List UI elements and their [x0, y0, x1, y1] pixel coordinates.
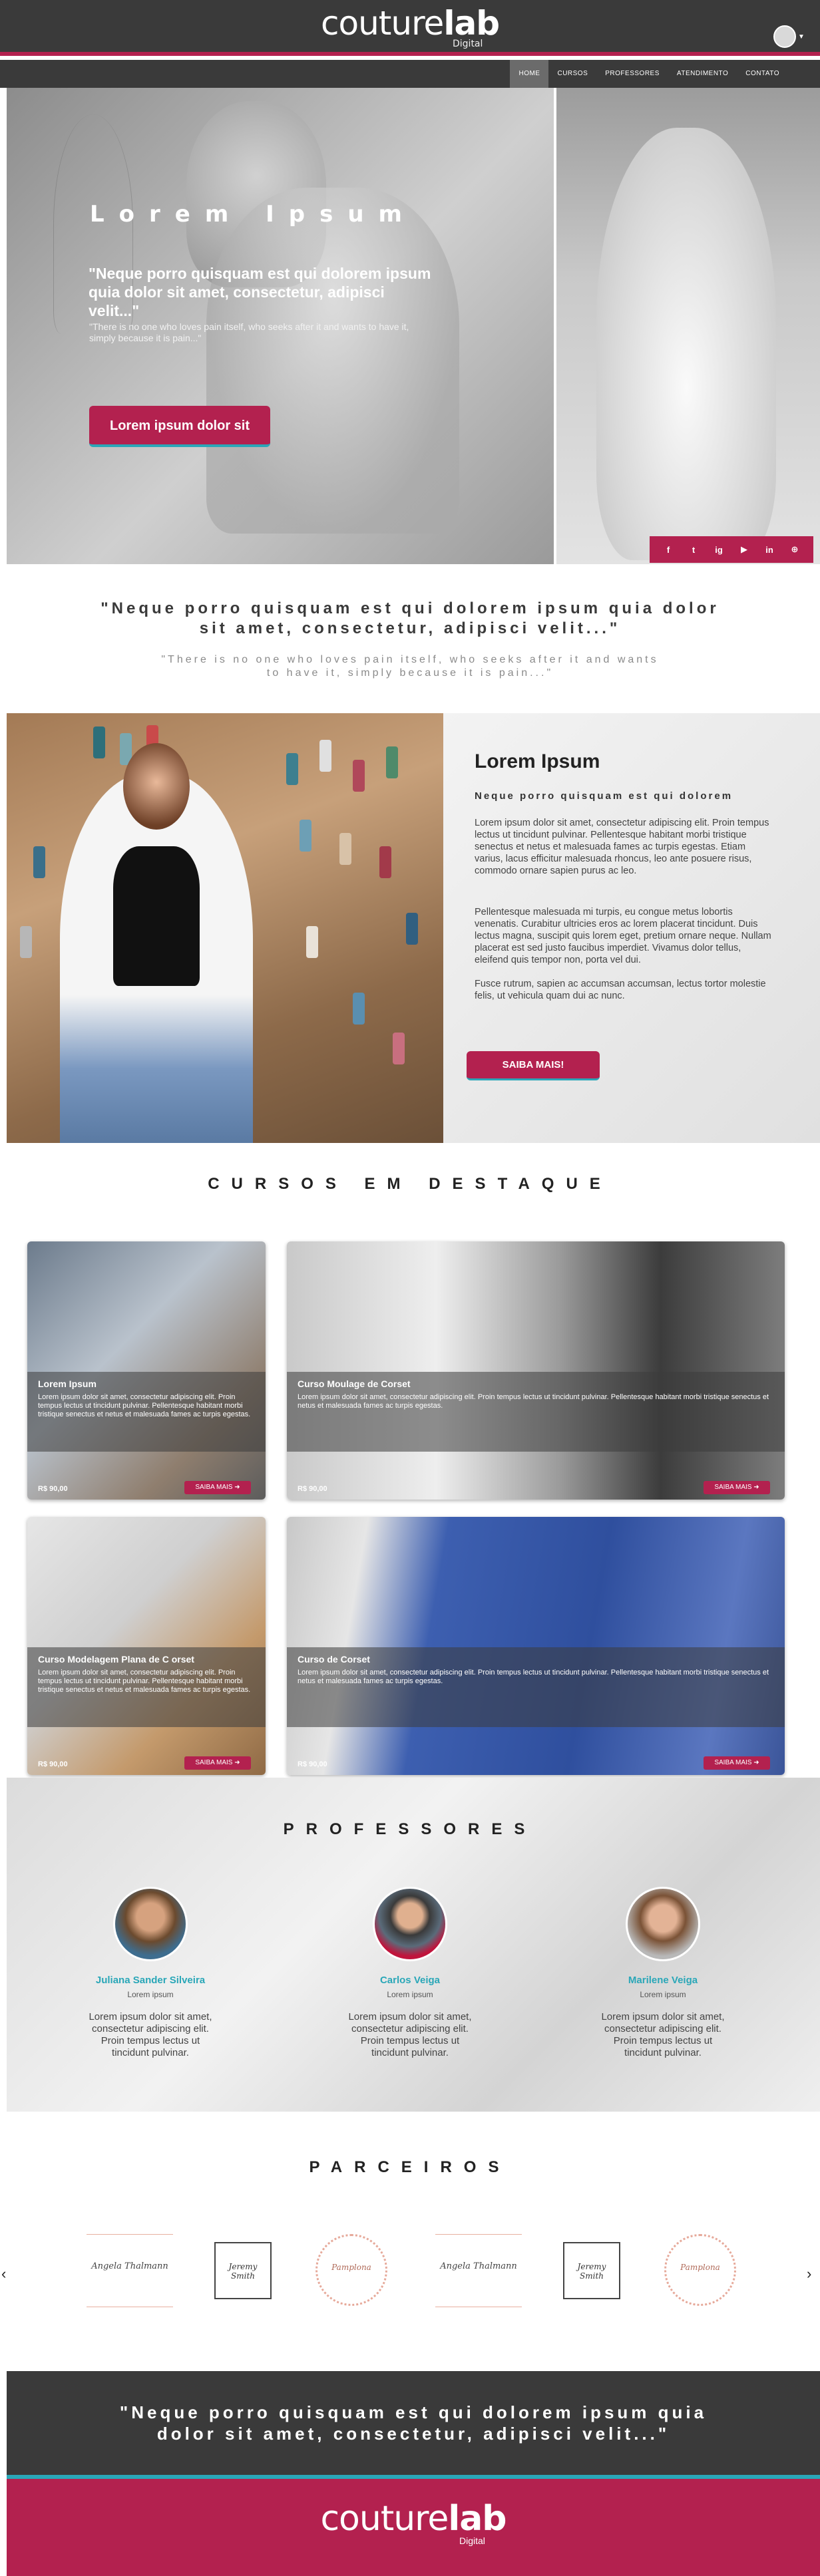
footer-quote-section: "Neque porro quisquam est qui dolorem ip…: [7, 2371, 820, 2479]
facebook-icon[interactable]: f: [659, 540, 678, 559]
professor-card: Marilene Veiga Lorem ipsum Lorem ipsum d…: [563, 1887, 763, 2059]
course-description: Lorem ipsum dolor sit amet, consectetur …: [38, 1669, 251, 1694]
course-price: R$ 90,00: [38, 1760, 68, 1768]
professors-section-title: PROFESSORES: [283, 1820, 537, 1838]
woman-figure: [60, 743, 253, 1143]
avatar: [626, 1887, 700, 1961]
youtube-icon[interactable]: ▶: [735, 540, 753, 559]
logo-light-text: couture: [321, 4, 444, 43]
globe-icon[interactable]: ⊕: [785, 540, 804, 559]
professor-card: Carlos Veiga Lorem ipsum Lorem ipsum dol…: [310, 1887, 510, 2059]
professor-role: Lorem ipsum: [127, 1990, 174, 1999]
course-description: Lorem ipsum dolor sit amet, consectetur …: [298, 1669, 769, 1685]
main-nav: HOME CURSOS PROFESSORES ATENDIMENTO CONT…: [0, 60, 820, 88]
course-more-label: SAIBA MAIS: [714, 1484, 752, 1491]
course-card[interactable]: Curso de Corset Lorem ipsum dolor sit am…: [287, 1517, 785, 1775]
professor-name[interactable]: Marilene Veiga: [563, 1975, 763, 1986]
course-title: Curso de Corset: [298, 1654, 370, 1665]
partner-logo[interactable]: Pamplona: [664, 2234, 736, 2306]
professor-name[interactable]: Juliana Sander Silveira: [51, 1975, 250, 1986]
quote-main: "Neque porro quisquam est qui dolorem ip…: [101, 599, 719, 637]
avatar: [113, 1887, 188, 1961]
about-title: Lorem Ipsum: [475, 750, 600, 772]
footer: couturelab Digital: [7, 2479, 820, 2576]
hero-quote: "Neque porro quisquam est qui dolorem ip…: [89, 265, 431, 319]
partner-logo[interactable]: Angela Thalmann: [87, 2234, 173, 2307]
courses-section-title: CURSOS EM DESTAQUE: [208, 1175, 612, 1193]
professor-description: Lorem ipsum dolor sit amet, consectetur …: [89, 2011, 212, 2058]
nav-cursos[interactable]: CURSOS: [548, 60, 596, 88]
course-description: Lorem ipsum dolor sit amet, consectetur …: [298, 1393, 769, 1410]
course-title: Lorem Ipsum: [38, 1378, 97, 1389]
nav-professores[interactable]: PROFESSORES: [596, 60, 668, 88]
about-more-button[interactable]: SAIBA MAIS!: [467, 1051, 600, 1080]
about-paragraph-3: Fusce rutrum, sapien ac accumsan accumsa…: [475, 979, 766, 1001]
footer-logo-subtitle: Digital: [459, 2535, 485, 2546]
professor-card: Juliana Sander Silveira Lorem ipsum Lore…: [51, 1887, 250, 2059]
hero-banner: Lorem Ipsum "Neque porro quisquam est qu…: [7, 88, 820, 564]
course-more-button[interactable]: SAIBA MAIS ➜: [704, 1481, 770, 1494]
footer-logo-light: couture: [320, 2499, 449, 2539]
professor-role: Lorem ipsum: [387, 1990, 433, 1999]
avatar: [373, 1887, 447, 1961]
logo-bold-text: lab: [443, 4, 500, 43]
instagram-icon[interactable]: ig: [710, 540, 728, 559]
site-header: couturelab Digital ▼: [0, 0, 820, 56]
about-photo: [7, 713, 443, 1143]
nav-home[interactable]: HOME: [510, 60, 549, 88]
about-subtitle: Neque porro quisquam est qui dolorem: [475, 790, 733, 802]
course-more-label: SAIBA MAIS: [714, 1759, 752, 1766]
course-card[interactable]: Lorem Ipsum Lorem ipsum dolor sit amet, …: [27, 1241, 266, 1500]
partner-logo[interactable]: Jeremy Smith: [214, 2242, 272, 2299]
course-description: Lorem ipsum dolor sit amet, consectetur …: [38, 1393, 251, 1418]
partner-logo[interactable]: Jeremy Smith: [563, 2242, 620, 2299]
course-more-button[interactable]: SAIBA MAIS ➜: [184, 1756, 251, 1770]
about-paragraph-1: Lorem ipsum dolor sit amet, consectetur …: [475, 818, 769, 876]
linkedin-icon[interactable]: in: [760, 540, 779, 559]
nav-contato[interactable]: CONTATO: [737, 60, 788, 88]
about-paragraph-2: Pellentesque malesuada mi turpis, eu con…: [475, 907, 771, 965]
social-bar: f t ig ▶ in ⊕: [650, 536, 813, 563]
course-price: R$ 90,00: [38, 1485, 68, 1493]
hero-subtext: "There is no one who loves pain itself, …: [89, 321, 409, 343]
carousel-next-arrow[interactable]: ›: [807, 2265, 811, 2283]
course-price: R$ 90,00: [298, 1485, 327, 1493]
course-title: Curso Modelagem Plana de C orset: [38, 1654, 194, 1665]
course-more-label: SAIBA MAIS: [195, 1484, 233, 1491]
course-more-label: SAIBA MAIS: [195, 1759, 233, 1766]
nav-atendimento[interactable]: ATENDIMENTO: [668, 60, 737, 88]
footer-quote: "Neque porro quisquam est qui dolorem ip…: [119, 2402, 708, 2444]
professor-description: Lorem ipsum dolor sit amet, consectetur …: [348, 2011, 472, 2058]
course-more-button[interactable]: SAIBA MAIS ➜: [184, 1481, 251, 1494]
logo-subtitle: Digital: [453, 39, 483, 49]
course-card[interactable]: Curso Moulage de Corset Lorem ipsum dolo…: [287, 1241, 785, 1500]
twitter-icon[interactable]: t: [684, 540, 703, 559]
hero-image-dress: [556, 88, 820, 564]
course-card[interactable]: Curso Modelagem Plana de C orset Lorem i…: [27, 1517, 266, 1775]
course-title: Curso Moulage de Corset: [298, 1378, 411, 1389]
hero-cta-button[interactable]: Lorem ipsum dolor sit: [89, 406, 270, 447]
course-price: R$ 90,00: [298, 1760, 327, 1768]
partners-section-title: PARCEIROS: [309, 2158, 511, 2176]
user-avatar[interactable]: [773, 25, 796, 48]
quote-small: "There is no one who loves pain itself, …: [161, 654, 659, 679]
professor-name[interactable]: Carlos Veiga: [310, 1975, 510, 1986]
carousel-prev-arrow[interactable]: ‹: [1, 2265, 6, 2283]
footer-logo-bold: lab: [448, 2499, 507, 2539]
course-more-button[interactable]: SAIBA MAIS ➜: [704, 1756, 770, 1770]
chevron-down-icon[interactable]: ▼: [798, 33, 805, 41]
professor-description: Lorem ipsum dolor sit amet, consectetur …: [601, 2011, 725, 2058]
footer-logo[interactable]: couturelab: [7, 2499, 820, 2539]
partner-logo[interactable]: Angela Thalmann: [435, 2234, 522, 2307]
professor-role: Lorem ipsum: [640, 1990, 686, 1999]
partner-logo[interactable]: Pamplona: [315, 2234, 387, 2306]
site-logo[interactable]: couturelab Digital: [0, 4, 820, 49]
hero-title: Lorem Ipsum: [90, 201, 417, 228]
